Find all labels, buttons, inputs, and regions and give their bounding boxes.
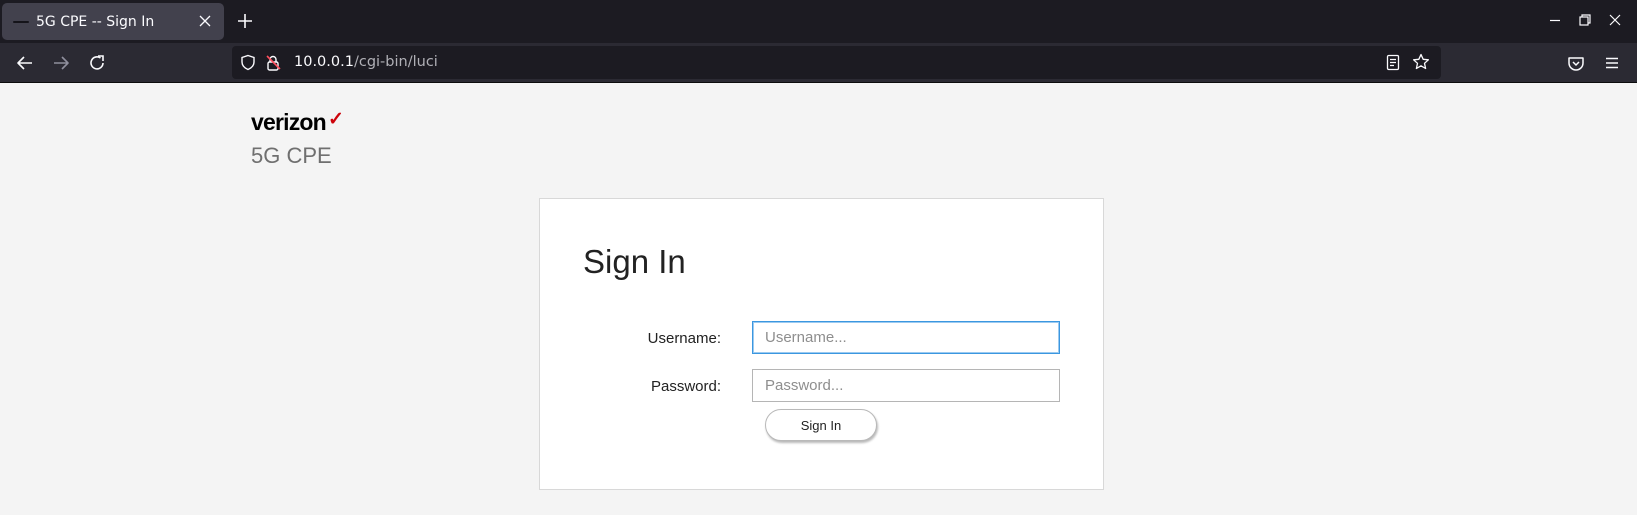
url-path: /cgi-bin/luci [353,54,438,70]
url-host: 10.0.0.1 [294,54,354,70]
brand-header: verizon ✓ 5G CPE [251,108,344,169]
page-content: verizon✓ 5G CPE Sign In Username: Passwo… [0,84,1637,515]
browser-tab[interactable]: 5G CPE -- Sign In [2,3,224,40]
minimize-icon[interactable] [1547,12,1563,28]
tab-favicon-icon [13,20,29,23]
close-window-icon[interactable] [1607,12,1623,28]
logo-text: verizon [251,109,327,135]
product-name: 5G CPE [251,143,332,168]
sign-in-button[interactable]: Sign In [765,409,877,441]
hamburger-menu-icon[interactable] [1602,53,1622,73]
sign-in-title: Sign In [583,243,686,280]
reader-view-icon[interactable] [1385,54,1401,71]
reload-icon[interactable] [87,53,107,73]
arrow-right-icon[interactable] [51,53,71,73]
url-bar[interactable]: 10.0.0.1/cgi-bin/luci [232,46,1441,79]
logo-check: ✓ [327,109,344,130]
pocket-icon[interactable] [1566,53,1586,73]
username-label: Username: [647,330,721,347]
star-icon[interactable] [1412,53,1430,71]
username-input[interactable] [752,321,1060,354]
password-label: Password: [650,378,721,395]
plus-icon[interactable] [236,12,254,30]
browser-nav-bar: 10.0.0.1/cgi-bin/luci [0,43,1637,83]
sign-in-card: Sign In Username: Password: Sign In [539,198,1104,490]
arrow-left-icon[interactable] [15,53,35,73]
url-text[interactable]: 10.0.0.1/cgi-bin/luci [294,54,438,70]
shield-icon[interactable] [240,54,256,71]
browser-tab-bar: 5G CPE -- Sign In [0,0,1637,43]
password-input[interactable] [752,369,1060,402]
close-icon[interactable] [196,12,214,30]
tab-title: 5G CPE -- Sign In [36,13,155,30]
restore-icon[interactable] [1577,12,1593,28]
insecure-lock-icon[interactable] [265,54,283,72]
verizon-logo: verizon ✓ [251,108,344,139]
